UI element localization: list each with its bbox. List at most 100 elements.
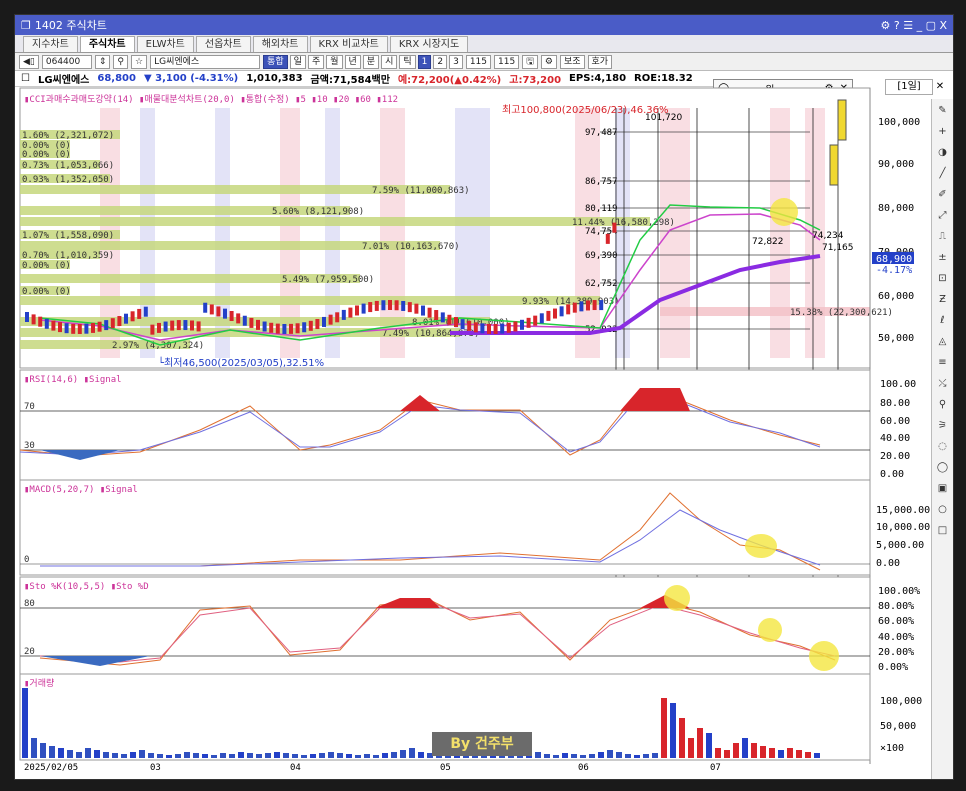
volume-bar <box>148 753 154 758</box>
volume-profile-label: 15.38% (22,300,621) <box>790 308 893 318</box>
volume-bar <box>553 755 559 758</box>
volume-profile-label: 0.73% (1,053,066) <box>22 161 114 171</box>
date-label: 2025/02/05 <box>24 763 78 773</box>
date-label: 05 <box>440 763 451 773</box>
sto-axis-label: 20.00% <box>878 647 914 658</box>
rsi-legend: ▮RSI(14,6) ▮Signal <box>24 375 122 385</box>
macd-legend: ▮MACD(5,20,7) ▮Signal <box>24 485 138 495</box>
volume-axis-label: ×100 <box>880 743 904 754</box>
volume-bar <box>697 728 703 758</box>
candle <box>493 323 498 334</box>
volume-bar <box>805 752 811 758</box>
sto-level: 20 <box>24 647 35 657</box>
macd-axis-label: 10,000.00 <box>876 522 930 533</box>
volume-bar <box>373 755 379 758</box>
candle <box>84 323 89 334</box>
rsi-axis-label: 20.00 <box>880 451 910 462</box>
volume-profile-label: 0.93% (1,352,050) <box>22 175 114 185</box>
sto-axis-label: 40.00% <box>878 632 914 643</box>
candle <box>487 323 491 334</box>
volume-bar <box>31 738 37 758</box>
val-72822: 72,822 <box>752 237 784 247</box>
price-axis-label: 60,000 <box>878 291 914 302</box>
volume-legend: ▮거래량 <box>24 677 54 689</box>
candle <box>368 302 373 313</box>
candle <box>25 312 29 322</box>
volume-bar <box>301 755 307 758</box>
volume-bar <box>382 753 388 758</box>
volume-bar <box>130 752 136 758</box>
sto-level: 80 <box>24 599 35 609</box>
candle <box>275 323 280 334</box>
candle <box>388 300 392 311</box>
candle <box>176 320 181 331</box>
volume-bar <box>76 752 82 758</box>
sto-axis-label: 60.00% <box>878 616 914 627</box>
candle <box>295 323 300 334</box>
candle <box>117 316 122 327</box>
candle <box>262 321 267 332</box>
candle <box>289 323 293 334</box>
candle <box>183 320 188 331</box>
candle <box>559 306 564 317</box>
candle <box>553 308 557 319</box>
volume-bar <box>400 750 406 758</box>
volume-bar <box>22 688 28 758</box>
candle <box>427 307 432 318</box>
volume-bar <box>67 750 73 758</box>
candle <box>203 302 208 313</box>
candle <box>401 300 406 311</box>
price-level-label: 62,752 <box>585 279 618 289</box>
volume-bar <box>247 753 253 758</box>
price-level-label: 97,487 <box>585 128 618 138</box>
volume-bar <box>274 752 280 758</box>
candle <box>467 320 472 331</box>
low-annotation: └최저46,500(2025/03/05),32.51% <box>158 356 324 369</box>
macd-panel <box>19 479 871 576</box>
candle <box>407 302 412 313</box>
volume-bar <box>220 753 226 758</box>
volume-profile-label: 7.01% (10,163,670) <box>362 242 460 252</box>
candle <box>473 322 478 333</box>
macd-zero-label: 0 <box>24 555 29 565</box>
candle <box>605 233 610 244</box>
volume-bar <box>679 718 685 758</box>
candle <box>526 317 531 328</box>
peak-label: 101,720 <box>645 113 682 123</box>
candle <box>480 323 485 334</box>
current-pct: -4.17% <box>876 265 912 276</box>
volume-bar <box>337 753 343 758</box>
volume-bar <box>643 754 649 758</box>
volume-bar <box>256 754 262 758</box>
volume-profile-label: 1.07% (1,558,090) <box>22 231 114 241</box>
candle <box>381 300 386 311</box>
volume-bar <box>778 750 784 758</box>
volume-bar <box>175 754 181 758</box>
volume-bar <box>310 754 316 758</box>
volume-bar <box>211 755 217 758</box>
candle <box>612 222 617 233</box>
candle <box>137 308 142 319</box>
main-legend: ▮CCI과매수과매도강약(14) ▮매물대분석차트(20,0) ▮통합(수정) … <box>24 93 398 105</box>
volume-profile-bar <box>20 296 600 305</box>
volume-bar <box>103 752 109 758</box>
candle <box>51 320 56 331</box>
date-label: 06 <box>578 763 589 773</box>
candle <box>64 323 69 334</box>
volume-bar <box>409 748 415 758</box>
volume-profile-label: 0.70% (1,010,359) <box>22 251 114 261</box>
volume-bar <box>346 754 352 758</box>
volume-bar <box>283 753 289 758</box>
price-level-label: 86,757 <box>585 177 618 187</box>
price-axis-label: 50,000 <box>878 333 914 344</box>
volume-bar <box>94 750 100 758</box>
volume-profile-label: 2.97% (4,307,324) <box>112 341 204 351</box>
sto-highlight-3 <box>809 641 839 671</box>
candle <box>361 303 366 314</box>
candle <box>322 316 326 327</box>
candle <box>454 317 458 328</box>
volume-profile-label: 0.00% (0) <box>22 150 71 160</box>
candle <box>460 319 465 330</box>
volume-bar <box>598 752 604 758</box>
volume-bar <box>166 755 172 758</box>
